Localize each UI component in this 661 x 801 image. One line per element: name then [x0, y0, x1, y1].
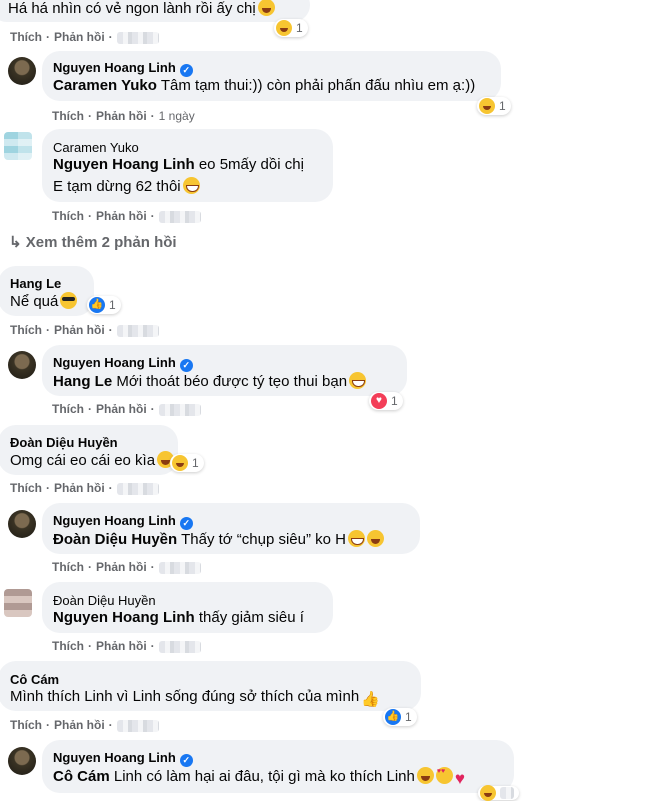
- blurred-timestamp: [116, 324, 159, 337]
- like-button[interactable]: Thích: [10, 323, 42, 337]
- laughing-emoji-icon: [257, 0, 275, 16]
- like-button[interactable]: Thích: [52, 402, 84, 416]
- blurred-timestamp: [158, 210, 201, 223]
- comment-author[interactable]: Caramen Yuko: [53, 140, 139, 155]
- avatar[interactable]: [4, 589, 32, 617]
- like-reaction-icon: 👍: [385, 709, 401, 725]
- like-button[interactable]: Thích: [52, 109, 84, 123]
- avatar[interactable]: [8, 57, 36, 85]
- reply-button[interactable]: Phản hồi: [96, 560, 147, 574]
- haha-reaction-icon: [172, 455, 188, 471]
- red-heart-emoji-icon: ♥: [454, 769, 465, 788]
- reply-button[interactable]: Phản hồi: [96, 109, 147, 123]
- comment-actions: Thích · Phản hồi ·: [52, 639, 205, 653]
- reaction-count[interactable]: ♥ 1: [369, 392, 403, 410]
- reaction-count[interactable]: [478, 785, 519, 801]
- comment-text-line2: E tạm dừng 62 thôi: [53, 177, 200, 195]
- comment-author[interactable]: Nguyen Hoang Linh ✓: [53, 355, 193, 372]
- avatar[interactable]: [8, 351, 36, 379]
- blurred-timestamp: [116, 31, 159, 44]
- like-button[interactable]: Thích: [52, 639, 84, 653]
- comment-actions: Thích · Phản hồi ·: [10, 718, 163, 732]
- mention-link[interactable]: Cô Cám: [53, 768, 110, 785]
- thumbs-up-emoji-icon: 👍: [361, 691, 380, 708]
- comment-text: Caramen Yuko Tâm tạm thui:)) còn phải ph…: [53, 77, 476, 94]
- like-reaction-icon: 👍: [89, 297, 105, 313]
- view-more-replies-link[interactable]: ↳ Xem thêm 2 phản hồi: [9, 233, 177, 251]
- comment-author[interactable]: Nguyen Hoang Linh ✓: [53, 750, 193, 767]
- verified-badge-icon: ✓: [179, 359, 193, 372]
- mention-link[interactable]: Nguyen Hoang Linh: [53, 156, 195, 173]
- blurred-timestamp: [158, 561, 201, 574]
- haha-reaction-icon: [276, 20, 292, 36]
- blurred-count: [500, 787, 514, 799]
- like-button[interactable]: Thích: [52, 209, 84, 223]
- comment-author[interactable]: Nguyen Hoang Linh ✓: [53, 60, 193, 77]
- verified-badge-icon: ✓: [179, 754, 193, 767]
- like-button[interactable]: Thích: [10, 481, 42, 495]
- verified-badge-icon: ✓: [179, 64, 193, 77]
- reaction-count[interactable]: 👍 1: [383, 708, 417, 726]
- comment-author[interactable]: Đoàn Diệu Huyền: [53, 593, 156, 608]
- heart-eyes-emoji-icon: [435, 767, 453, 784]
- reaction-count[interactable]: 1: [477, 97, 511, 115]
- haha-reaction-icon: [480, 785, 496, 801]
- comment-actions: Thích · Phản hồi ·: [10, 481, 163, 495]
- sunglasses-emoji-icon: [60, 292, 78, 309]
- comment-text: Hang Le Mới thoát béo được tý tẹo thui b…: [53, 372, 367, 390]
- like-button[interactable]: Thích: [10, 718, 42, 732]
- blurred-timestamp: [158, 403, 201, 416]
- comment-text: Đoàn Diệu Huyền Thấy tớ “chụp siêu” ko H: [53, 530, 384, 548]
- avatar[interactable]: [8, 747, 36, 775]
- grinning-emoji-icon: [348, 530, 365, 547]
- blurred-timestamp: [158, 640, 201, 653]
- verified-badge-icon: ✓: [179, 517, 193, 530]
- avatar[interactable]: [8, 510, 36, 538]
- timestamp[interactable]: 1 ngày: [159, 109, 195, 123]
- blurred-timestamp: [116, 482, 159, 495]
- mention-link[interactable]: Nguyen Hoang Linh: [53, 609, 195, 626]
- comment-actions: Thích · Phản hồi ·: [10, 30, 163, 44]
- mention-link[interactable]: Caramen Yuko: [53, 77, 157, 94]
- mention-link[interactable]: Hang Le: [53, 373, 112, 390]
- comment-text: Nể quá: [10, 292, 78, 310]
- comment-actions: Thích · Phản hồi ·: [10, 323, 163, 337]
- reply-button[interactable]: Phản hồi: [96, 402, 147, 416]
- reply-button[interactable]: Phản hồi: [96, 639, 147, 653]
- comment-text: Nguyen Hoang Linh thấy giảm siêu í: [53, 609, 304, 626]
- comment-actions: Thích · Phản hồi · 1 ngày: [52, 109, 195, 123]
- reply-button[interactable]: Phản hồi: [54, 30, 105, 44]
- reaction-count[interactable]: 👍 1: [87, 296, 121, 314]
- comment-text: Nguyen Hoang Linh eo 5mấy dồi chị: [53, 156, 304, 173]
- comment-author[interactable]: Đoàn Diệu Huyền: [10, 435, 118, 450]
- reply-button[interactable]: Phản hồi: [54, 718, 105, 732]
- mention-link[interactable]: Đoàn Diệu Huyền: [53, 531, 177, 548]
- comment-text: Há há nhìn có vẻ ngon lành rồi ấy chị: [8, 0, 275, 17]
- comment-author[interactable]: Nguyen Hoang Linh ✓: [53, 513, 193, 530]
- laughing-emoji-icon: [416, 767, 434, 784]
- blurred-timestamp: [116, 719, 159, 732]
- laughing-emoji-icon: [367, 530, 384, 547]
- comment-text: Mình thích Linh vì Linh sống đúng sở thí…: [10, 688, 380, 708]
- comment-author[interactable]: Cô Cám: [10, 672, 59, 687]
- like-button[interactable]: Thích: [52, 560, 84, 574]
- comment-author[interactable]: Hang Le: [10, 276, 61, 291]
- comment-actions: Thích · Phản hồi ·: [52, 209, 205, 223]
- comment-actions: Thích · Phản hồi ·: [52, 402, 205, 416]
- comment-actions: Thích · Phản hồi ·: [52, 560, 205, 574]
- like-button[interactable]: Thích: [10, 30, 42, 44]
- grinning-emoji-icon: [182, 177, 200, 194]
- reply-button[interactable]: Phản hồi: [54, 481, 105, 495]
- reaction-count[interactable]: 1: [274, 19, 308, 37]
- reply-button[interactable]: Phản hồi: [96, 209, 147, 223]
- reaction-count[interactable]: 1: [170, 454, 204, 472]
- haha-reaction-icon: [479, 98, 495, 114]
- avatar[interactable]: [4, 132, 32, 160]
- comment-text: Omg cái eo cái eo kìa: [10, 451, 175, 469]
- comment-text: Cô Cám Linh có làm hại ai đâu, tội gì mà…: [53, 767, 465, 787]
- grinning-emoji-icon: [349, 372, 367, 389]
- reply-button[interactable]: Phản hồi: [54, 323, 105, 337]
- love-reaction-icon: ♥: [371, 393, 387, 409]
